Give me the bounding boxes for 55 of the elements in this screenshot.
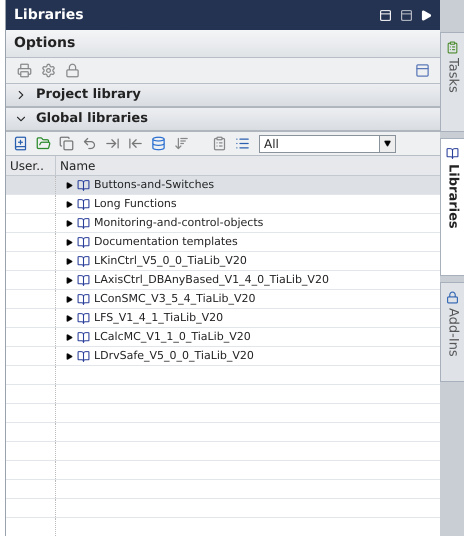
library-name: LAxisCtrl_DBAnyBased_V1_4_0_TiaLib_V20 [94,272,329,288]
book-icon [77,312,90,324]
book-icon [77,178,90,192]
expand-icon[interactable] [66,258,73,264]
expand-icon[interactable] [66,276,73,284]
library-row[interactable]: Long Functions [6,195,440,214]
side-tab[interactable]: Tasks [440,32,464,132]
options-title: Options [14,34,76,53]
library-name: LFS_V1_4_1_TiaLib_V20 [94,310,224,326]
library-name: LCalcMC_V1_1_0_TiaLib_V20 [94,328,251,345]
library-name: LConSMC_V3_5_4_TiaLib_V20 [94,290,256,307]
expand-icon[interactable] [66,238,73,246]
caret-icon [384,140,391,147]
library-name: LDrvSafe_V5_0_0_TiaLib_V20 [94,348,254,364]
library-name: LKinCtrl_V5_0_0_TiaLib_V20 [94,252,247,269]
library-name: Monitoring-and-control-objects [94,214,264,231]
side-tab[interactable]: Add-Ins [440,282,464,382]
expand-icon[interactable] [66,296,73,302]
book-icon [77,254,90,268]
library-row[interactable]: LCalcMC_V1_1_0_TiaLib_V20 [6,328,440,347]
lock-icon [446,291,459,304]
library-row[interactable]: Buttons-and-Switches [6,176,440,195]
library-row[interactable]: Documentation templates [6,233,440,252]
collapse-icon[interactable] [421,10,432,20]
section-header[interactable]: Project library [6,84,440,108]
expand-icon[interactable] [66,182,73,188]
expand-icon[interactable] [66,352,73,360]
library-name: Buttons-and-Switches [94,176,214,193]
book-icon [77,236,90,248]
book-icon [446,147,459,160]
expand-icon[interactable] [66,334,73,340]
book-icon [77,198,90,210]
library-name: Documentation templates [94,234,238,250]
book-icon [77,274,90,286]
library-row[interactable]: LAxisCtrl_DBAnyBased_V1_4_0_TiaLib_V20 [6,271,440,290]
book-icon [77,292,90,306]
expand-icon[interactable] [66,220,73,226]
library-row[interactable]: LFS_V1_4_1_TiaLib_V20 [6,309,440,328]
section-header[interactable]: Global libraries [6,108,440,132]
book-icon [77,350,90,362]
column-header[interactable]: User.. [6,156,56,175]
expand-icon[interactable] [66,200,73,208]
filter-dropdown[interactable]: All [259,134,396,152]
clipboard-icon [446,41,459,54]
column-header[interactable]: Name [56,156,440,175]
library-name: Long Functions [94,196,177,212]
library-row[interactable]: LDrvSafe_V5_0_0_TiaLib_V20 [6,347,440,366]
library-row[interactable]: LKinCtrl_V5_0_0_TiaLib_V20 [6,252,440,271]
side-tab[interactable]: Libraries [440,138,464,276]
library-row[interactable]: Monitoring-and-control-objects [6,214,440,233]
expand-icon[interactable] [66,314,73,322]
book-icon [77,216,90,230]
library-row[interactable]: LConSMC_V3_5_4_TiaLib_V20 [6,290,440,309]
panel-title: Libraries [14,6,85,24]
book-icon [77,330,90,344]
